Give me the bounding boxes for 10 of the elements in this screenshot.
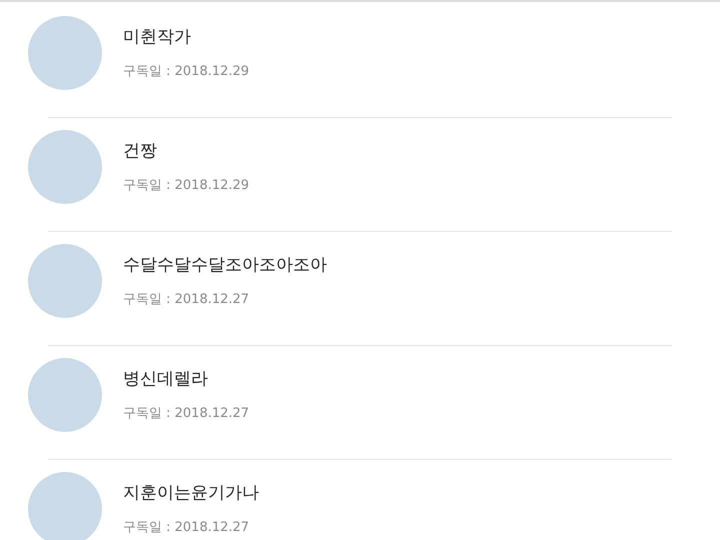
subscriber-name: 미췬작가 — [123, 26, 192, 48]
subscriber-name: 병신데렐라 — [123, 368, 209, 390]
subscription-date: 구독일 : 2018.12.29 — [123, 177, 250, 194]
subscriber-name: 수달수달수달조아조아조아 — [123, 254, 327, 276]
subscription-date: 구독일 : 2018.12.27 — [123, 291, 250, 308]
subscription-date: 구독일 : 2018.12.29 — [123, 63, 250, 80]
subscription-date: 구독일 : 2018.12.27 — [123, 405, 250, 422]
subscriber-name: 지훈이는윤기가나 — [123, 482, 259, 504]
subscription-date: 구독일 : 2018.12.27 — [123, 519, 250, 536]
subscriber-name: 건짱 — [123, 140, 158, 162]
